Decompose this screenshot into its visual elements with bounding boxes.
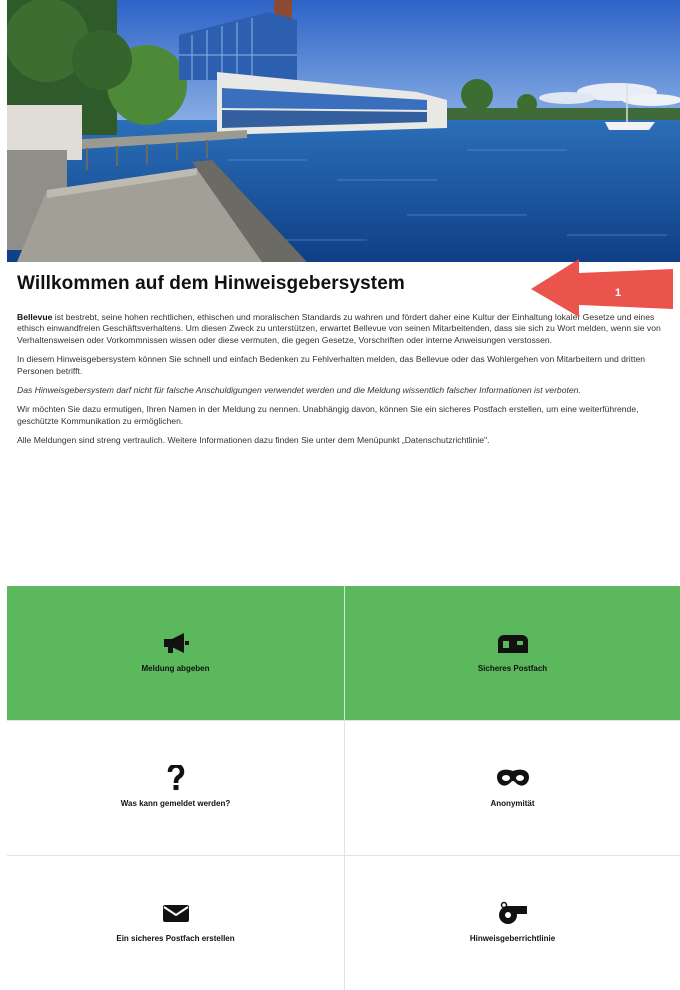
confidentiality-paragraph: Alle Meldungen sind streng vertraulich. …: [17, 435, 490, 446]
annotation-number: 1: [615, 287, 621, 299]
whistle-icon: [498, 898, 528, 928]
tile-hinweisgeberrichtlinie[interactable]: Hinweisgeberrichtlinie: [345, 856, 680, 990]
mailbox-icon: [497, 628, 528, 658]
grid-divider: [7, 855, 680, 856]
tile-label: Meldung abgeben: [141, 664, 210, 673]
tile-meldung-abgeben[interactable]: Meldung abgeben: [7, 586, 344, 720]
mask-icon: [496, 763, 529, 793]
page: Willkommen auf dem Hinweisgebersystem Be…: [7, 0, 680, 990]
tile-label: Sicheres Postfach: [477, 664, 548, 673]
brand-name: Bellevue: [17, 312, 53, 322]
hero-image: [7, 0, 680, 262]
tile-anonymitaet[interactable]: Anonymität: [345, 721, 680, 855]
grid-divider: [7, 720, 680, 721]
tile-postfach-erstellen[interactable]: Ein sicheres Postfach erstellen: [7, 856, 344, 990]
megaphone-icon: [162, 628, 190, 658]
tile-label: Ein sicheres Postfach erstellen: [116, 934, 235, 943]
name-encouragement-paragraph: Wir möchten Sie dazu ermutigen, Ihren Na…: [17, 404, 639, 426]
annotation-arrow: 1: [531, 259, 673, 317]
tile-sicheres-postfach[interactable]: Sicheres Postfach: [345, 586, 680, 720]
intro-paragraph: Bellevue ist bestrebt, seine hohen recht…: [17, 312, 672, 346]
grid-divider: [344, 586, 345, 990]
tile-was-kann-gemeldet-werden[interactable]: Was kann gemeldet werden?: [7, 721, 344, 855]
reporting-paragraph: In diesem Hinweisgebersystem können Sie …: [17, 354, 646, 376]
false-accusation-note: Das Hinweisgebersystem darf nicht für fa…: [17, 385, 581, 396]
question-icon: [167, 763, 185, 793]
tile-label: Anonymität: [490, 799, 535, 808]
tile-label: Was kann gemeldet werden?: [120, 799, 231, 808]
envelope-icon: [162, 898, 189, 928]
tile-label: Hinweisgeberrichtlinie: [469, 934, 556, 943]
